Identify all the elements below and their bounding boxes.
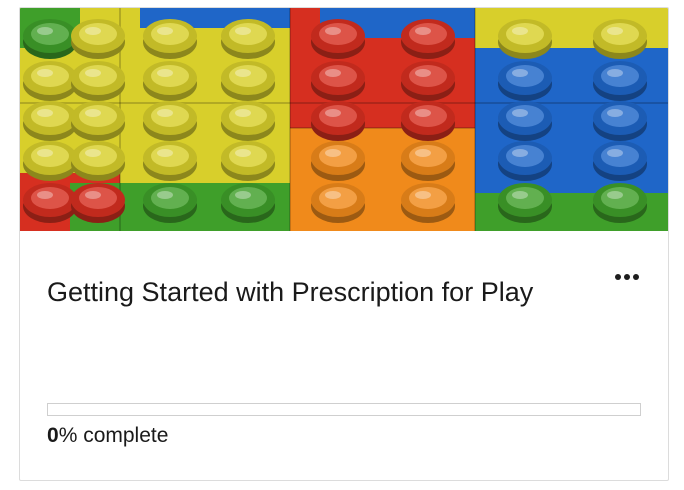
stud-highlight <box>607 27 623 35</box>
stud-highlight <box>512 109 528 117</box>
stud-highlight <box>325 27 341 35</box>
more-dot-icon <box>615 274 621 280</box>
stud-highlight <box>415 109 431 117</box>
more-dot-icon <box>624 274 630 280</box>
stud-highlight <box>607 109 623 117</box>
progress-bar <box>47 403 641 416</box>
stud-highlight <box>235 149 251 157</box>
course-image[interactable] <box>20 8 668 231</box>
stud-highlight <box>415 27 431 35</box>
stud-highlight <box>512 27 528 35</box>
stud-highlight <box>235 109 251 117</box>
stud-highlight <box>415 191 431 199</box>
stud-highlight <box>415 149 431 157</box>
stud-highlight <box>235 69 251 77</box>
course-title[interactable]: Getting Started with Prescription for Pl… <box>47 270 567 314</box>
stud-highlight <box>37 149 53 157</box>
course-card[interactable]: Getting Started with Prescription for Pl… <box>19 7 669 481</box>
stud-highlight <box>157 27 173 35</box>
stud-highlight <box>607 149 623 157</box>
stud-highlight <box>157 109 173 117</box>
lego-bricks-image <box>20 8 668 231</box>
stud-highlight <box>512 69 528 77</box>
progress-suffix: % complete <box>58 424 169 447</box>
stud-highlight <box>37 109 53 117</box>
stud-highlight <box>512 191 528 199</box>
stud-highlight <box>37 69 53 77</box>
stud-highlight <box>37 191 53 199</box>
stud-highlight <box>85 149 101 157</box>
stud-highlight <box>85 27 101 35</box>
progress-percent: 0 <box>47 424 59 447</box>
stud-highlight <box>415 69 431 77</box>
stud-highlight <box>512 149 528 157</box>
stud-highlight <box>85 191 101 199</box>
stud-highlight <box>235 27 251 35</box>
progress-text: 0% complete <box>47 424 168 448</box>
stud-highlight <box>607 191 623 199</box>
more-dot-icon <box>633 274 639 280</box>
stud-highlight <box>325 149 341 157</box>
stud-highlight <box>607 69 623 77</box>
stud-highlight <box>235 191 251 199</box>
stud-highlight <box>85 69 101 77</box>
stud-highlight <box>157 191 173 199</box>
stud-highlight <box>325 191 341 199</box>
stud-highlight <box>37 27 53 35</box>
stud-highlight <box>85 109 101 117</box>
more-options-button[interactable] <box>610 266 644 288</box>
stud-highlight <box>157 149 173 157</box>
stud-highlight <box>157 69 173 77</box>
stud-highlight <box>325 69 341 77</box>
stud-highlight <box>325 109 341 117</box>
